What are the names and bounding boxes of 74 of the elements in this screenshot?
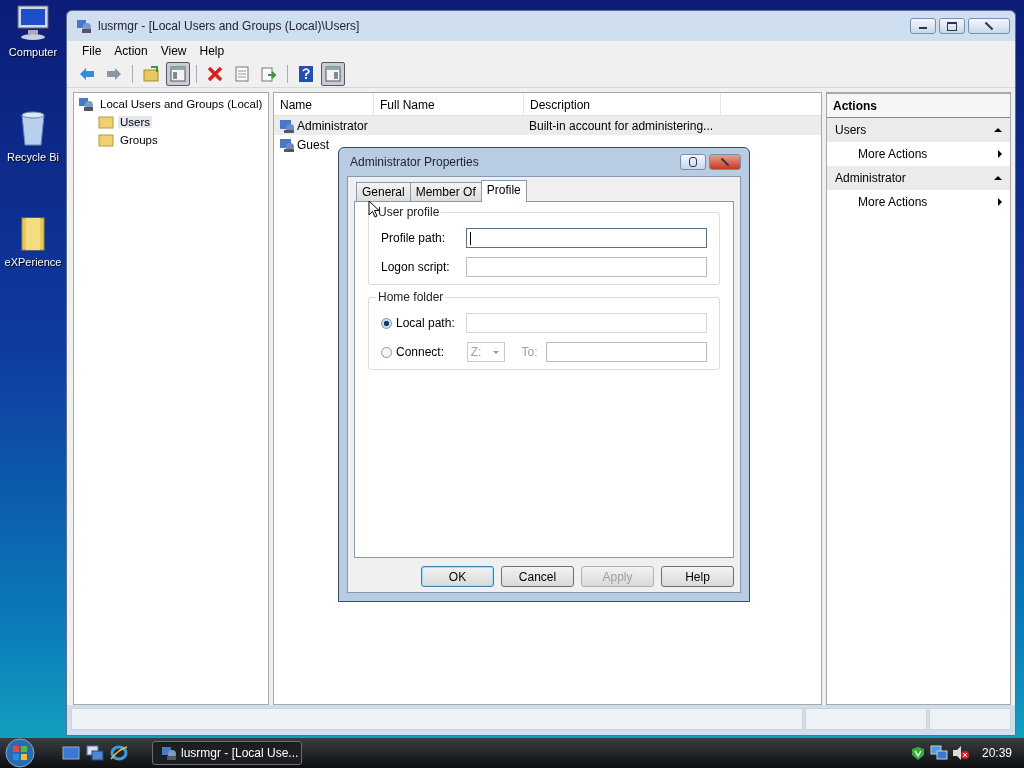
tree-item[interactable]: Groups [118,134,160,146]
submenu-arrow-icon [998,150,1002,158]
minimize-button[interactable] [910,18,936,34]
field-label: Profile path: [381,231,447,245]
tree-item[interactable]: Users [118,116,153,128]
action-section[interactable]: Administrator [827,166,1010,190]
clock[interactable]: 20:39 [981,746,1012,760]
list-row[interactable]: Administrator Built-in account for administering... [274,116,821,135]
menu-item[interactable]: File [77,44,110,58]
dialog-button[interactable]: OK [421,566,494,587]
users-icon [76,18,92,34]
input-field[interactable] [545,342,707,362]
menu-item[interactable]: Help [194,44,233,58]
forward-icon [105,65,123,83]
column-header[interactable]: Name [274,93,374,115]
dialog-title: Administrator Properties [350,155,480,169]
tab[interactable]: Member Of [409,182,482,201]
export-icon [260,65,278,83]
desktop-icon [62,745,80,761]
list-row[interactable]: Guest [274,135,821,154]
group-label: User profile [376,205,442,219]
action-item[interactable]: More Actions [827,142,1010,166]
table-cell-text: Built-in account for administering... [528,118,715,133]
shield-icon [909,745,926,761]
folder-icon [142,65,160,83]
network-icon [929,745,948,761]
folder-icon [98,114,114,130]
dialog-button[interactable]: Cancel [501,566,574,587]
tab[interactable]: Profile [480,180,527,202]
radio-label[interactable]: Connect: [396,345,445,359]
table-cell: Administrator [297,118,368,133]
group-label: Home folder [376,290,446,304]
help-icon [297,65,315,83]
tree-item[interactable]: Local Users and Groups (Local) [98,98,265,110]
input-field[interactable] [465,257,707,277]
column-header[interactable]: Full Name [374,93,524,115]
speaker-muted-icon [951,745,970,761]
panel-icon [324,65,342,83]
radio-button[interactable] [381,317,392,329]
panel-button[interactable] [321,62,345,86]
panel-icon [169,65,187,83]
document-icon [233,65,251,83]
icon-label[interactable]: Recycle Bi [7,151,59,163]
actions-title: Actions [827,94,1010,118]
users-icon [161,745,177,761]
delete-icon [206,65,224,83]
window-title: lusrmgr - [Local Users and Groups (Local)\Users] [98,19,361,33]
panel-button[interactable] [166,62,190,86]
icon-label[interactable]: Computer [8,46,58,58]
folder-icon [98,132,114,148]
close-button[interactable] [709,154,741,170]
user-icon [279,117,295,134]
submenu-arrow-icon [998,198,1002,206]
table-cell: Guest [297,137,329,152]
maximize-button[interactable] [939,18,965,34]
close-button[interactable] [968,18,1010,34]
taskbar-button[interactable]: lusrmgr - [Local Use... [152,741,302,765]
field-label: Logon script: [381,260,451,274]
column-header[interactable]: Description [524,93,721,115]
icon-label[interactable]: eXPerience [4,256,62,268]
action-item[interactable]: More Actions [827,190,1010,214]
radio-label[interactable]: Local path: [396,316,455,330]
windows-icon [86,745,104,761]
browser-icon [110,745,128,761]
users-icon [78,96,94,112]
dialog-button[interactable]: Help [661,566,734,587]
menu-item[interactable]: Action [109,44,156,58]
input-field[interactable] [465,228,707,248]
menu-item[interactable]: View [155,44,195,58]
tab[interactable]: General [356,182,411,201]
action-section[interactable]: Users [827,118,1010,142]
user-icon [279,136,295,153]
radio-button[interactable] [381,346,392,358]
field-label: To: [521,345,538,359]
